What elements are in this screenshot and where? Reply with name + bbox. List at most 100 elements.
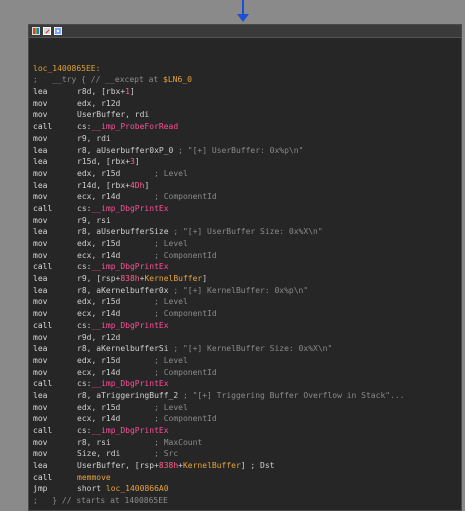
instruction-line[interactable]: lea r8, aTriggeringBuff_2 ; "[+] Triggeri… (33, 390, 461, 402)
mnemonic: lea (33, 390, 48, 400)
mnemonic: mov (33, 110, 48, 120)
instruction-line[interactable]: call cs:__imp_DbgPrintEx (33, 425, 461, 437)
instruction-line[interactable]: mov edx, r15d ; Level (33, 402, 461, 414)
comment: ; Level (154, 402, 188, 412)
mnemonic: lea (33, 227, 48, 237)
instruction-line[interactable]: call cs:__imp_DbgPrintEx (33, 203, 461, 215)
instruction-line[interactable]: lea r8, aUserbufferSize ; "[+] UserBuffer… (33, 226, 461, 238)
instruction-line[interactable]: lea r8, aKernelbufferSi ; "[+] KernelBuff… (33, 343, 461, 355)
symbol-ref[interactable]: __imp_DbgPrintEx (91, 262, 168, 271)
instruction-line[interactable]: mov ecx, r14d ; ComponentId (33, 413, 461, 425)
graph-icon[interactable] (54, 27, 62, 35)
comment: ; ComponentId (154, 309, 217, 319)
instruction-line[interactable]: lea r8, aKernelbuffer0x ; "[+] KernelBuff… (33, 285, 461, 297)
operand: edx, r15d (77, 297, 155, 307)
mnemonic: mov (33, 133, 48, 143)
mnemonic: jmp (33, 484, 48, 494)
operand: r9, rsi (77, 215, 111, 225)
mnemonic: mov (33, 192, 48, 202)
mnemonic: lea (33, 344, 48, 354)
mnemonic: mov (33, 239, 48, 248)
operand: r8, aKernelbuffer0x (77, 285, 174, 295)
operand: cs: (77, 203, 92, 213)
operand: r8, aUserbufferSize (77, 227, 174, 237)
instruction-line[interactable]: mov Size, rdi ; Src (33, 448, 461, 460)
symbol-ref[interactable]: __imp_DbgPrintEx (91, 426, 168, 435)
symbol-ref[interactable]: KernelBuffer (183, 461, 241, 470)
instruction-line[interactable]: call cs:__imp_DbgPrintEx (33, 320, 461, 332)
operand: Size, rdi (77, 449, 155, 459)
comment: ; Src (154, 449, 179, 459)
try-text: ; __try { // __except at (33, 75, 164, 85)
comment: ; "[+] Triggering Buffer Overflow in Sta… (182, 390, 405, 400)
instruction-line[interactable]: lea UserBuffer, [rsp+838h+KernelBuffer] ;… (33, 460, 461, 472)
instruction-line[interactable]: lea r9, [rsp+838h+KernelBuffer] (33, 273, 461, 285)
operand: UserBuffer, rdi (77, 110, 150, 120)
instruction-line[interactable]: mov edx, r15d ; Level (33, 238, 461, 250)
label-text[interactable]: loc_1400865EE: (33, 64, 100, 73)
instruction-line[interactable]: mov ecx, r14d ; ComponentId (33, 250, 461, 262)
try-end-comment[interactable]: ; } // starts at 1400865EE (33, 495, 461, 507)
comment: ; Level (154, 297, 188, 307)
operand: ] (144, 180, 150, 190)
instruction-line[interactable]: lea r15d, [rbx+3] (33, 156, 461, 168)
immediate: 838h (120, 274, 140, 284)
instruction-line[interactable]: mov r9, rsi (33, 215, 461, 227)
instruction-line[interactable]: mov r9d, r12d (33, 332, 461, 344)
instruction-line[interactable]: lea r8, aUserbuffer0xP_0 ; "[+] UserBuffe… (33, 145, 461, 157)
operand: ecx, r14d (77, 414, 155, 424)
instruction-line[interactable]: mov edx, r15d ; Level (33, 296, 461, 308)
instruction-line[interactable]: call memmove (33, 472, 461, 484)
comment: ; "[+] KernelBuffer Size: 0x%X\n" (173, 344, 333, 354)
instruction-line[interactable]: mov r9, rdi (33, 133, 461, 145)
color-icon[interactable] (32, 27, 40, 35)
instruction-line[interactable]: mov ecx, r14d ; ComponentId (33, 191, 461, 203)
symbol-ref[interactable]: __imp_DbgPrintEx (91, 321, 168, 330)
instruction-line[interactable]: lea r14d, [rbx+4Dh] (33, 180, 461, 192)
symbol-ref[interactable]: __imp_ProbeForRead (91, 122, 178, 131)
edit-icon[interactable] (43, 27, 51, 35)
instruction-line[interactable]: mov edx, r12d (33, 98, 461, 110)
operand: cs: (77, 122, 92, 132)
symbol-ref[interactable]: loc_1400866A0 (106, 484, 169, 493)
immediate: 838h (158, 461, 179, 471)
instruction-line[interactable]: mov ecx, r14d ; ComponentId (33, 308, 461, 320)
mnemonic: mov (33, 215, 48, 225)
mnemonic: mov (33, 367, 48, 377)
comment: ; Level (154, 168, 188, 178)
operand: cs: (77, 262, 92, 272)
comment: ; ComponentId (154, 414, 217, 424)
instruction-line[interactable]: call cs:__imp_ProbeForRead (33, 121, 461, 133)
try-comment[interactable]: ; __try { // __except at $LN6_0 (33, 74, 461, 86)
operand: edx, r15d (77, 239, 155, 248)
instruction-line[interactable]: mov r8, rsi ; MaxCount (33, 437, 461, 449)
mnemonic: mov (33, 414, 48, 424)
operand: edx, r12d (77, 98, 121, 108)
instruction-line[interactable]: mov edx, r15d ; Level (33, 168, 461, 180)
except-label[interactable]: $LN6_0 (163, 75, 192, 84)
immediate: 4Dh (129, 180, 145, 190)
operand: r9, rdi (77, 133, 111, 143)
operand: r9, [rsp+ (77, 274, 121, 284)
symbol-ref[interactable]: __imp_DbgPrintEx (91, 204, 168, 213)
mnemonic: call (33, 122, 53, 132)
symbol-ref[interactable]: memmove (77, 473, 111, 482)
instruction-line[interactable]: mov UserBuffer, rdi (33, 109, 461, 121)
code-label[interactable]: loc_1400865EE: (33, 63, 461, 75)
mnemonic: mov (33, 449, 48, 459)
instruction-line[interactable]: lea r8d, [rbx+1] (33, 86, 461, 98)
operand: short (77, 484, 106, 494)
instruction-line[interactable]: call cs:__imp_DbgPrintEx (33, 261, 461, 273)
flow-arrow-head (237, 14, 249, 22)
mnemonic: mov (33, 309, 48, 319)
mnemonic: lea (33, 180, 48, 190)
code-block-node[interactable]: loc_1400865EE:; __try { // __except at $… (28, 24, 462, 511)
instruction-line[interactable]: mov ecx, r14d ; ComponentId (33, 367, 461, 379)
instruction-line[interactable]: mov edx, r15d ; Level (33, 355, 461, 367)
operand: r8, aTriggeringBuff_2 (77, 390, 183, 400)
symbol-ref[interactable]: KernelBuffer (144, 274, 202, 283)
symbol-ref[interactable]: __imp_DbgPrintEx (91, 379, 168, 388)
instruction-line[interactable]: jmp short loc_1400866A0 (33, 483, 461, 495)
instruction-line[interactable]: call cs:__imp_DbgPrintEx (33, 378, 461, 390)
